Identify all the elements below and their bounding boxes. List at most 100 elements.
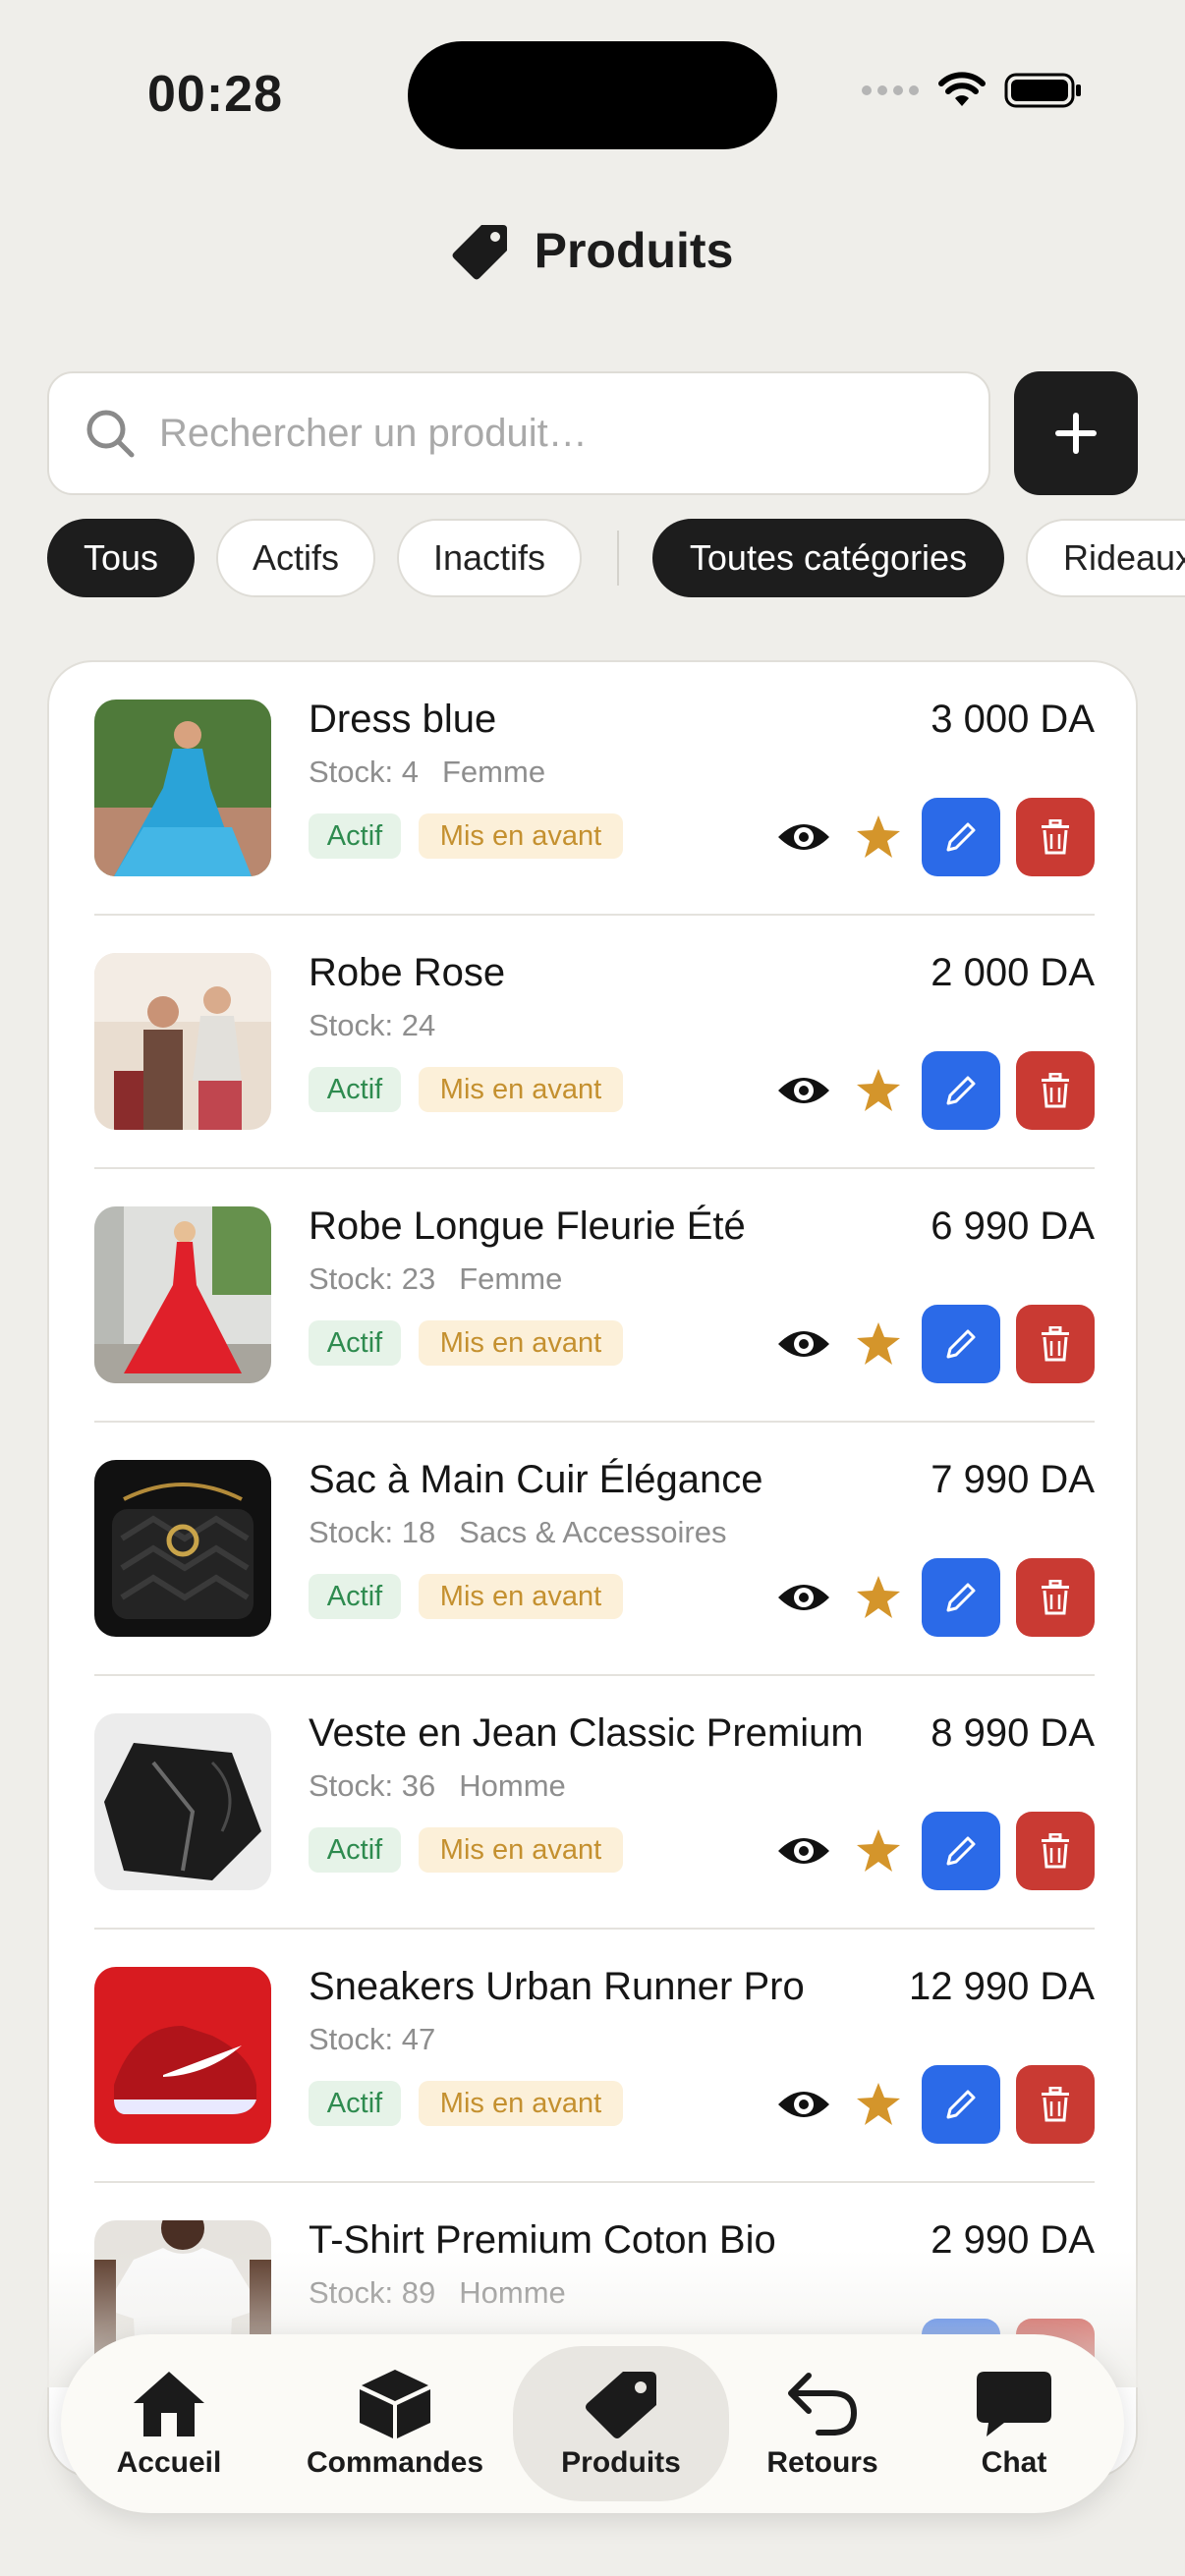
product-name: Sac à Main Cuir Élégance [309, 1458, 763, 1501]
product-row[interactable]: Veste en Jean Classic Premium 8 990 DA S… [49, 1676, 1136, 1930]
home-icon [134, 2372, 204, 2436]
product-name: T-Shirt Premium Coton Bio [309, 2218, 776, 2262]
nav-label-home: Accueil [116, 2446, 222, 2479]
product-meta: Stock: 24 [309, 1008, 435, 1043]
search-icon [86, 410, 135, 458]
star-icon[interactable] [855, 1827, 902, 1875]
product-stock: Stock: 47 [309, 2022, 436, 2056]
return-icon [788, 2373, 858, 2436]
pencil-icon [946, 822, 976, 852]
nav-item-chat[interactable]: Chat [926, 2334, 1102, 2513]
add-product-button[interactable] [1014, 371, 1138, 495]
product-stock: Stock: 24 [309, 1008, 436, 1042]
featured-badge: Mis en avant [419, 2081, 623, 2126]
featured-badge: Mis en avant [419, 813, 623, 859]
product-row[interactable]: Sneakers Urban Runner Pro 12 990 DA Stoc… [49, 1930, 1136, 2183]
product-meta: Stock: 18 Sacs & Accessoires [309, 1515, 726, 1550]
product-name: Sneakers Urban Runner Pro [309, 1965, 805, 2008]
edit-button[interactable] [922, 1051, 1000, 1130]
product-price: 2 990 DA [931, 2218, 1095, 2262]
chat-icon [977, 2372, 1051, 2436]
edit-button[interactable] [922, 798, 1000, 876]
star-icon[interactable] [855, 1067, 902, 1114]
trash-icon [1042, 1326, 1069, 1362]
filter-bar: Tous Actifs Inactifs Toutes catégories R… [47, 519, 1185, 597]
edit-button[interactable] [922, 1305, 1000, 1383]
product-stock: Stock: 4 [309, 755, 419, 789]
product-stock: Stock: 36 [309, 1768, 436, 1803]
nav-item-home[interactable]: Accueil [81, 2334, 257, 2513]
product-name: Robe Longue Fleurie Été [309, 1204, 746, 1248]
trash-icon [1042, 819, 1069, 855]
eye-icon[interactable] [776, 1071, 831, 1110]
dynamic-island [408, 41, 777, 149]
filter-chip-active[interactable]: Actifs [216, 519, 375, 597]
search-box[interactable] [47, 371, 990, 495]
status-badge: Actif [309, 813, 401, 859]
product-category: Homme [459, 1768, 566, 1803]
product-stock: Stock: 18 [309, 1515, 436, 1549]
delete-button[interactable] [1016, 1558, 1095, 1637]
product-image [94, 1460, 271, 1637]
delete-button[interactable] [1016, 798, 1095, 876]
product-list: Dress blue 3 000 DA Stock: 4 Femme Actif … [47, 660, 1138, 2478]
pencil-icon [946, 1076, 976, 1105]
trash-icon [1042, 1073, 1069, 1108]
filter-chip-curtains[interactable]: Rideaux [1026, 519, 1185, 597]
product-row[interactable]: Dress blue 3 000 DA Stock: 4 Femme Actif … [49, 662, 1136, 916]
edit-button[interactable] [922, 1812, 1000, 1890]
product-price: 6 990 DA [931, 1204, 1095, 1248]
status-badge: Actif [309, 1827, 401, 1873]
star-icon[interactable] [855, 2081, 902, 2128]
pencil-icon [946, 1836, 976, 1866]
product-meta: Stock: 23 Femme [309, 1261, 562, 1297]
star-icon[interactable] [855, 1320, 902, 1368]
product-meta: Stock: 4 Femme [309, 755, 545, 790]
search-input[interactable] [159, 411, 965, 456]
product-meta: Stock: 36 Homme [309, 1768, 566, 1804]
product-category: Sacs & Accessoires [459, 1515, 727, 1549]
status-time: 00:28 [147, 66, 283, 123]
delete-button[interactable] [1016, 1051, 1095, 1130]
delete-button[interactable] [1016, 1305, 1095, 1383]
tag-icon [452, 225, 507, 280]
eye-icon[interactable] [776, 1324, 831, 1364]
edit-button[interactable] [922, 1558, 1000, 1637]
star-icon[interactable] [855, 1574, 902, 1621]
product-row[interactable]: Sac à Main Cuir Élégance 7 990 DA Stock:… [49, 1423, 1136, 1676]
eye-icon[interactable] [776, 817, 831, 857]
product-meta: Stock: 89 Homme [309, 2275, 566, 2311]
nav-item-orders[interactable]: Commandes [297, 2334, 493, 2513]
wifi-icon [938, 72, 986, 106]
delete-button[interactable] [1016, 2065, 1095, 2144]
nav-label-chat: Chat [981, 2446, 1047, 2479]
product-row[interactable]: Robe Rose 2 000 DA Stock: 24 Actif Mis e… [49, 916, 1136, 1169]
product-meta: Stock: 47 [309, 2022, 435, 2057]
status-badge: Actif [309, 1067, 401, 1112]
featured-badge: Mis en avant [419, 1320, 623, 1366]
delete-button[interactable] [1016, 1812, 1095, 1890]
nav-label-returns: Retours [766, 2446, 878, 2479]
nav-label-orders: Commandes [306, 2446, 484, 2479]
filter-chip-inactive[interactable]: Inactifs [397, 519, 582, 597]
eye-icon[interactable] [776, 2085, 831, 2124]
eye-icon[interactable] [776, 1578, 831, 1617]
filter-chip-all[interactable]: Tous [47, 519, 195, 597]
product-row[interactable]: Robe Longue Fleurie Été 6 990 DA Stock: … [49, 1169, 1136, 1423]
pencil-icon [946, 1583, 976, 1612]
product-name: Dress blue [309, 698, 497, 741]
product-price: 2 000 DA [931, 951, 1095, 994]
nav-item-products[interactable]: Produits [513, 2346, 729, 2501]
product-category: Homme [459, 2275, 566, 2310]
trash-icon [1042, 2087, 1069, 2122]
plus-icon [1055, 413, 1097, 454]
product-image [94, 700, 271, 876]
nav-label-products: Produits [561, 2446, 681, 2479]
product-stock: Stock: 23 [309, 1261, 436, 1296]
page-title: Produits [534, 223, 734, 278]
eye-icon[interactable] [776, 1831, 831, 1871]
filter-chip-all-categories[interactable]: Toutes catégories [652, 519, 1004, 597]
edit-button[interactable] [922, 2065, 1000, 2144]
nav-item-returns[interactable]: Retours [739, 2334, 906, 2513]
star-icon[interactable] [855, 813, 902, 861]
